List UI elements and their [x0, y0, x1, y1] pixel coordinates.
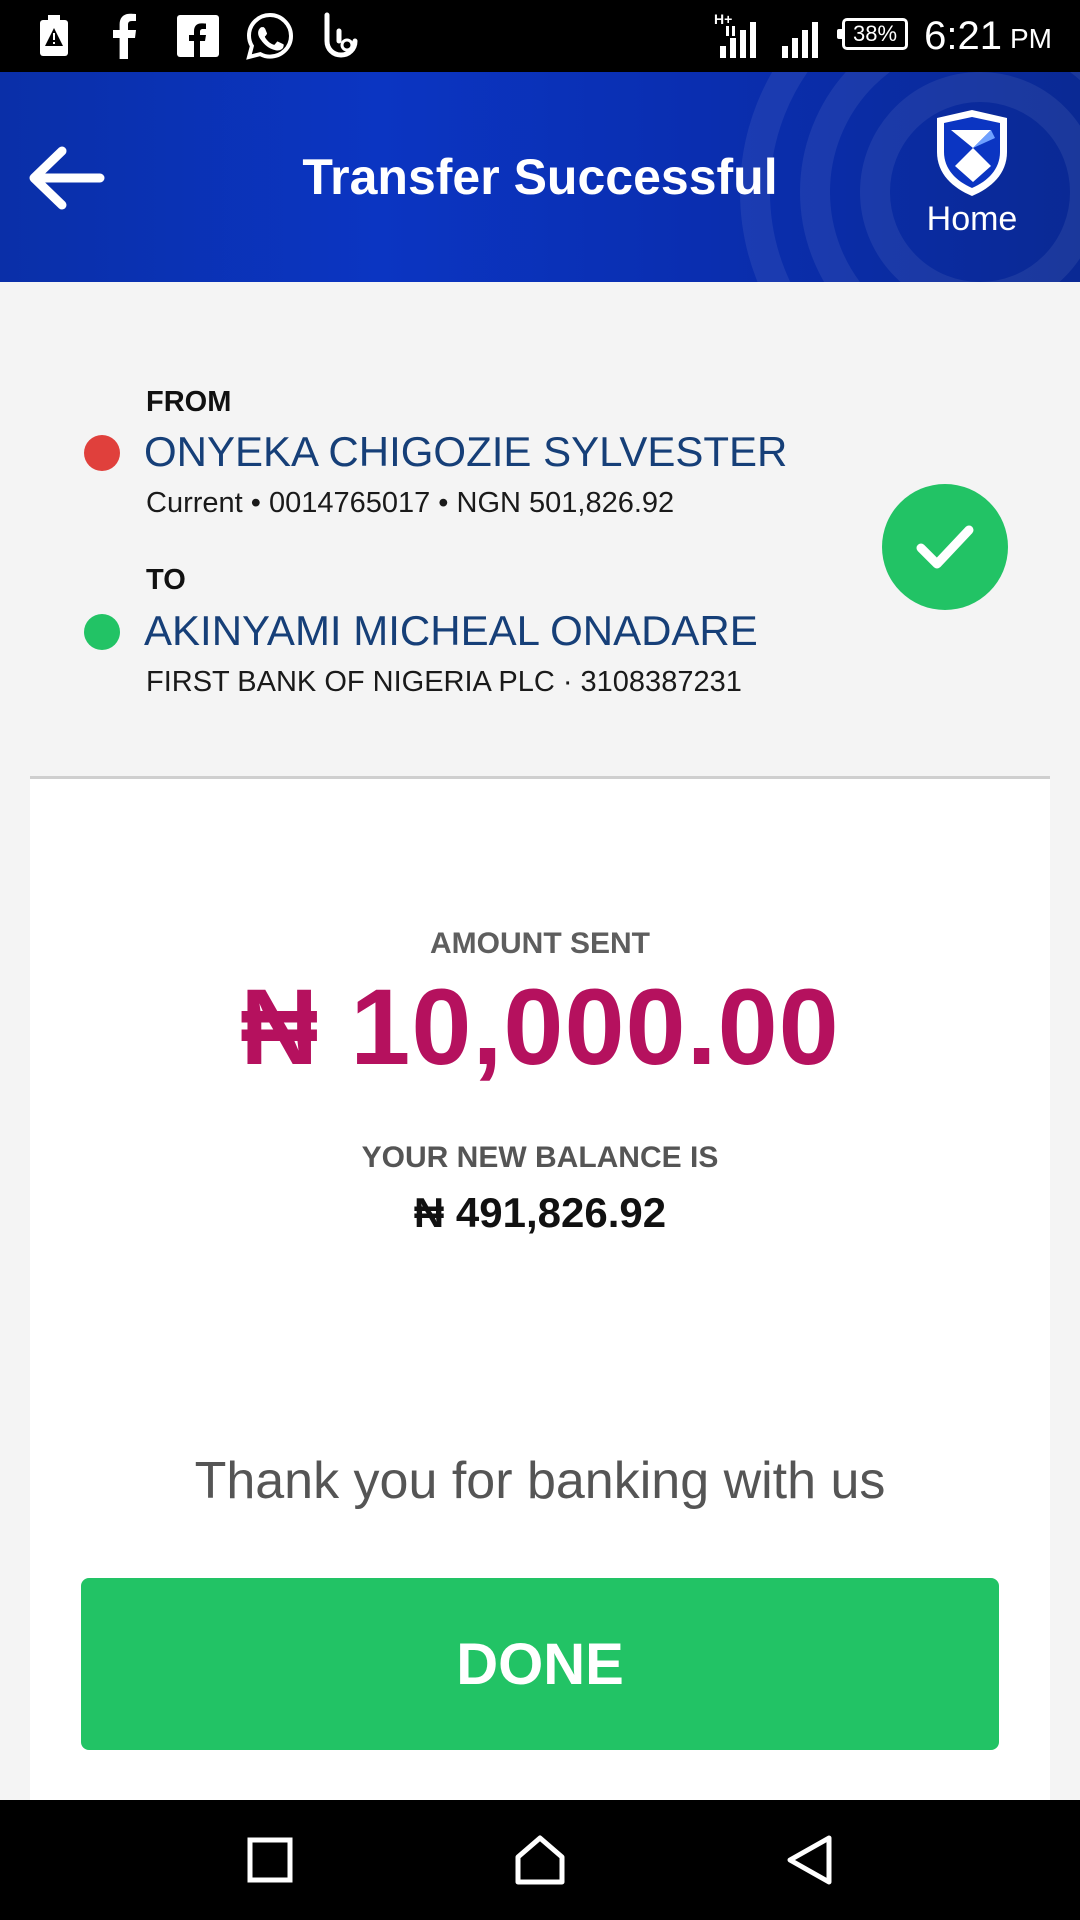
back-icon	[787, 1835, 832, 1885]
recent-apps-icon	[247, 1837, 293, 1883]
network-type-label: H+	[714, 11, 732, 27]
transfer-summary-card: AMOUNT SENT ₦ 10,000.00 YOUR NEW BALANCE…	[30, 779, 1050, 1800]
clock-ampm: PM	[1010, 23, 1052, 54]
check-icon	[916, 525, 974, 569]
sender-indicator-dot	[84, 435, 120, 471]
home-button[interactable]: Home	[912, 108, 1032, 258]
battery-indicator: 38%	[837, 18, 908, 50]
clock-time: 6:21	[924, 13, 1002, 58]
sender-name: ONYEKA CHIGOZIE SYLVESTER	[144, 428, 788, 475]
recipient-indicator-dot	[84, 614, 120, 650]
home-nav-button[interactable]	[490, 1820, 590, 1900]
sender-account-details: Current • 0014765017 • NGN 501,826.92	[146, 487, 675, 519]
amount-sent-label: AMOUNT SENT	[430, 927, 650, 960]
signal-hplus-icon: H+	[712, 8, 764, 64]
system-nav-bar	[0, 1800, 1080, 1920]
new-balance-label: YOUR NEW BALANCE IS	[361, 1141, 719, 1174]
status-bar: H+ 38% 6:21 PM	[0, 0, 1080, 72]
amount-sent-value: ₦ 10,000.00	[240, 966, 840, 1087]
home-label: Home	[926, 200, 1018, 238]
facebook-icon	[104, 8, 144, 64]
bank-shield-logo	[937, 110, 1007, 196]
from-label: FROM	[146, 386, 232, 418]
home-icon	[515, 1835, 565, 1885]
recent-apps-button[interactable]	[220, 1820, 320, 1900]
done-button[interactable]: DONE	[81, 1578, 999, 1750]
recipient-bank-details: FIRST BANK OF NIGERIA PLC · 3108387231	[146, 666, 742, 698]
whatsapp-icon	[244, 8, 296, 64]
thank-you-message: Thank you for banking with us	[194, 1452, 886, 1510]
transfer-details: FROM ONYEKA CHIGOZIE SYLVESTER Current •…	[0, 282, 1080, 776]
facebook-lite-icon	[174, 8, 222, 64]
arrow-left-icon	[29, 146, 105, 210]
back-nav-button[interactable]	[760, 1820, 860, 1900]
clock: 6:21 PM	[924, 0, 1052, 72]
app-header: Transfer Successful Home	[0, 72, 1080, 282]
battery-alert-icon	[34, 8, 74, 64]
to-label: TO	[146, 564, 186, 596]
touch-icon	[316, 8, 366, 64]
new-balance-value: ₦ 491,826.92	[413, 1189, 667, 1236]
signal-icon	[778, 8, 822, 64]
success-badge	[882, 484, 1008, 610]
back-button[interactable]	[24, 138, 108, 218]
recipient-name: AKINYAMI MICHEAL ONADARE	[144, 607, 758, 654]
